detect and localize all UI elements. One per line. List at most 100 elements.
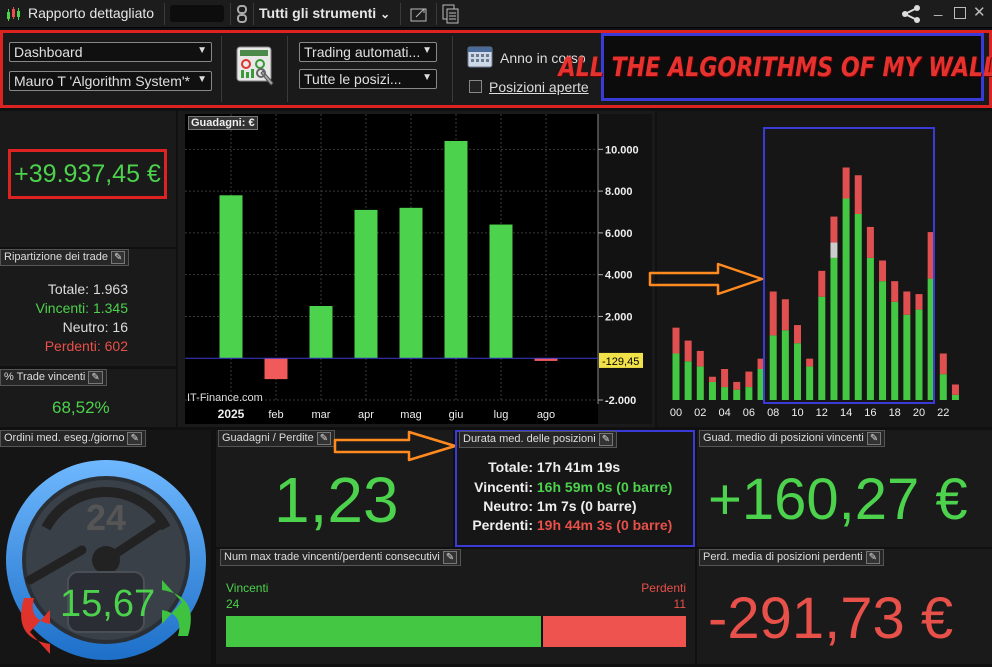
trades-win: Vincenti: 1.345 <box>35 300 128 316</box>
bar-loss <box>745 371 753 388</box>
watermark: IT-Finance.com <box>187 392 263 404</box>
bar-win <box>854 214 862 400</box>
minimize-icon[interactable]: _ <box>934 0 942 17</box>
open-positions-checkbox[interactable] <box>469 80 482 93</box>
wrench-icon[interactable]: ✎ <box>442 551 458 564</box>
wrench-icon[interactable]: ✎ <box>866 432 882 445</box>
x-tick-label: 02 <box>694 407 706 419</box>
x-tick-label: lug <box>494 409 509 421</box>
export-icon[interactable] <box>410 5 430 23</box>
bar-loss <box>830 216 838 243</box>
window-title: Rapporto dettagliato <box>28 5 155 21</box>
divider <box>230 3 231 25</box>
bar-win <box>684 361 692 400</box>
chevron-down-icon: ▼ <box>422 45 432 56</box>
wrench-icon[interactable]: ✎ <box>127 432 142 445</box>
y-tick-label: 4.000 <box>605 270 633 282</box>
instruments-dropdown[interactable]: Tutti gli strumenti ⌄ <box>259 5 390 21</box>
consecutive-loss-label: Perdenti <box>641 581 686 595</box>
avg-loss-value: -291,73 € <box>708 586 954 651</box>
profit-loss-ratio-value: 1,23 <box>274 464 399 536</box>
bar <box>309 306 333 359</box>
x-tick-label: mar <box>312 409 331 421</box>
x-tick-label: 20 <box>913 407 925 419</box>
bar-loss <box>696 350 704 367</box>
x-tick-label: 12 <box>816 407 828 419</box>
bar-loss <box>903 291 911 315</box>
consecutive-win-label: Vincenti <box>226 581 269 595</box>
last-value-label: -129,45 <box>602 356 639 368</box>
annotation-arrow <box>648 262 766 296</box>
chevron-down-icon: ▼ <box>197 45 207 56</box>
y-tick-label: 2.000 <box>605 311 633 323</box>
wrench-icon[interactable]: ✎ <box>865 551 880 564</box>
bar-loss <box>794 325 801 344</box>
x-tick-label: 22 <box>937 407 949 419</box>
chevron-down-icon: ▼ <box>197 74 207 85</box>
bar-loss <box>854 175 862 214</box>
consecutive-loss-bar <box>543 616 686 647</box>
calendar-icon[interactable] <box>467 44 493 68</box>
bar-loss <box>915 294 923 310</box>
account-selector[interactable] <box>170 5 224 22</box>
bar-win <box>951 394 959 400</box>
positions-select[interactable]: Tutte le posizi... ▼ <box>299 69 437 89</box>
bar-win <box>769 335 777 400</box>
bar-loss <box>708 376 716 382</box>
avg-win-value: +160,27 € <box>708 467 968 532</box>
banner-text: ALL THE ALGORITHMS OF MY WALLET <box>558 51 992 83</box>
bar-loss <box>733 381 741 390</box>
bar-loss <box>891 281 899 302</box>
bar-loss <box>951 384 959 395</box>
bar-win <box>866 257 874 400</box>
wrench-icon[interactable]: ✎ <box>316 432 332 445</box>
bar-win <box>672 353 680 400</box>
bar <box>219 195 243 359</box>
wrench-icon[interactable]: ✎ <box>598 433 614 446</box>
x-tick-label: feb <box>268 409 283 421</box>
total-profit-value: +39.937,45 € <box>14 159 161 188</box>
trading-mode-select[interactable]: Trading automati... ▼ <box>299 42 437 62</box>
x-tick-label: giu <box>449 409 464 421</box>
bar-win <box>733 389 741 400</box>
title-bar: Rapporto dettagliato Tutti gli strumenti… <box>0 0 992 28</box>
consecutive-win-value: 24 <box>226 597 240 611</box>
share-icon[interactable] <box>900 4 922 24</box>
bar-win <box>915 309 923 400</box>
y-tick-label: -2.000 <box>605 395 636 407</box>
view-select[interactable]: Dashboard ▼ <box>9 42 212 62</box>
y-tick-label: 6.000 <box>605 228 633 240</box>
annotation-arrow <box>333 430 459 462</box>
bar <box>399 207 423 359</box>
candlestick-icon <box>5 6 21 22</box>
divider <box>164 3 165 25</box>
avg-win-header: Guad. medio di posizioni vincenti ✎ <box>699 430 886 447</box>
document-icon[interactable] <box>442 4 460 24</box>
bar <box>264 358 288 380</box>
close-icon[interactable]: ✕ <box>973 3 986 21</box>
bar-win <box>781 330 789 400</box>
algorithm-config-icon[interactable] <box>235 45 275 89</box>
maximize-icon[interactable] <box>954 7 966 19</box>
bar-loss <box>818 270 826 297</box>
bar-win <box>818 296 826 400</box>
consecutive-win-bar <box>226 616 542 647</box>
system-select[interactable]: Mauro T 'Algorithm System'* ▼ <box>9 71 212 91</box>
x-tick-label: 04 <box>718 407 730 419</box>
bar-neutral <box>830 242 838 258</box>
y-tick-label: 8.000 <box>605 186 633 198</box>
duration-loss: Perdenti: 19h 44m 3s (0 barre) <box>472 517 673 533</box>
wrench-icon[interactable]: ✎ <box>110 251 126 264</box>
wrench-icon[interactable]: ✎ <box>88 371 103 384</box>
trades-total: Totale: 1.963 <box>47 281 128 297</box>
x-tick-label: mag <box>400 409 421 421</box>
bar-win <box>745 387 753 400</box>
link-icon[interactable] <box>235 4 249 24</box>
x-tick-label: 10 <box>791 407 803 419</box>
duration-win: Vincenti: 16h 59m 0s (0 barre) <box>474 479 673 495</box>
bar-loss <box>866 226 874 258</box>
trades-loss: Perdenti: 602 <box>44 338 128 354</box>
consecutive-bar <box>226 616 686 647</box>
bar-loss <box>842 167 850 199</box>
x-tick-label: 08 <box>767 407 779 419</box>
